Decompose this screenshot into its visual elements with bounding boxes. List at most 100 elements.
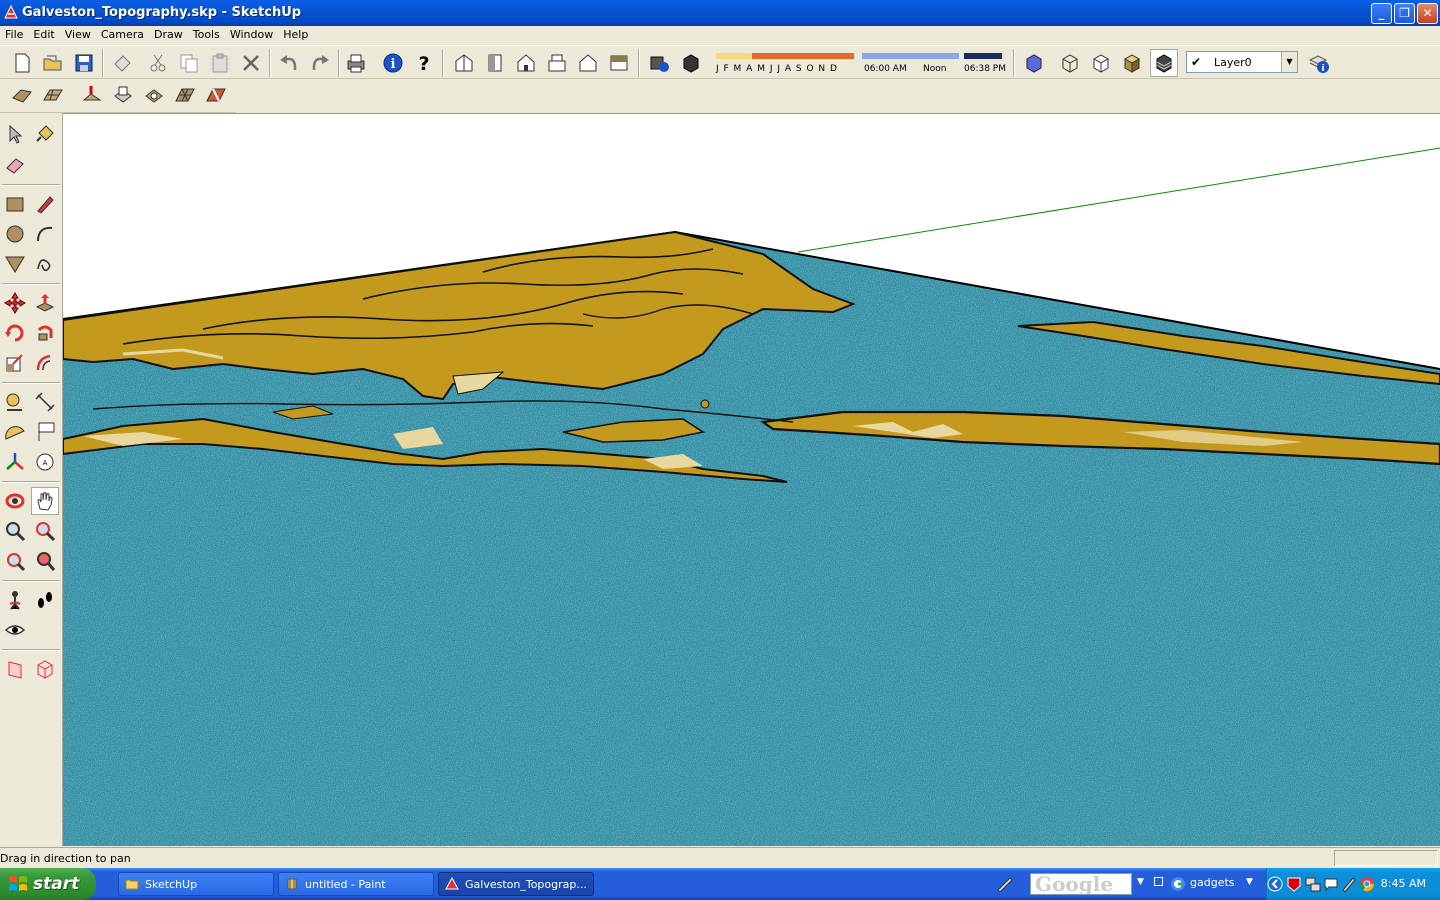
smoove-button[interactable]: [78, 81, 106, 109]
gadgets-chevron-down-icon[interactable]: ▼: [1246, 877, 1253, 887]
arc-tool[interactable]: [31, 220, 59, 248]
orbit-tool[interactable]: [1, 487, 29, 515]
google-gadget-icon[interactable]: [1170, 876, 1186, 892]
offset-tool[interactable]: [31, 349, 59, 377]
add-detail-button[interactable]: [171, 81, 199, 109]
menu-help[interactable]: Help: [278, 26, 313, 41]
move-tool[interactable]: [1, 289, 29, 317]
tape-measure-tool[interactable]: [1, 388, 29, 416]
circle-tool[interactable]: [1, 220, 29, 248]
messenger-icon[interactable]: [1323, 876, 1339, 892]
wireframe-button[interactable]: [1056, 49, 1084, 77]
paint-bucket-tool[interactable]: [31, 120, 59, 148]
freehand-tool[interactable]: [31, 250, 59, 278]
rectangle-tool[interactable]: [1, 190, 29, 218]
previous-view-tool[interactable]: [31, 547, 59, 575]
section-display-tool[interactable]: [31, 655, 59, 683]
look-around-tool[interactable]: [1, 616, 29, 644]
line-tool[interactable]: [31, 190, 59, 218]
shadow-settings-button[interactable]: [645, 49, 673, 77]
eraser-tool[interactable]: [1, 151, 29, 179]
erase-button[interactable]: [237, 49, 265, 77]
chevron-down-icon[interactable]: ▼: [1281, 52, 1297, 72]
left-view-button[interactable]: [605, 49, 633, 77]
back-view-button[interactable]: [574, 49, 602, 77]
network-icon[interactable]: [1305, 876, 1321, 892]
xray-button[interactable]: [1020, 49, 1048, 77]
menu-view[interactable]: View: [60, 26, 96, 41]
open-button[interactable]: [39, 49, 67, 77]
zoom-tool[interactable]: [1, 517, 29, 545]
menu-edit[interactable]: Edit: [28, 26, 59, 41]
layer-dropdown[interactable]: ✔ Layer0 ▼: [1186, 51, 1298, 73]
text-tool[interactable]: [31, 418, 59, 446]
iso-view-button[interactable]: [450, 49, 478, 77]
layer-manager-button[interactable]: i: [1305, 49, 1333, 77]
minimize-button[interactable]: _: [1371, 3, 1392, 24]
layer-visible-check[interactable]: ✔: [1191, 55, 1201, 69]
axes-tool[interactable]: [1, 448, 29, 476]
clock[interactable]: 8:45 AM: [1381, 877, 1426, 890]
model-info-button[interactable]: i: [379, 49, 407, 77]
polygon-tool[interactable]: [1, 250, 29, 278]
from-scratch-button[interactable]: [39, 81, 67, 109]
model-viewport[interactable]: [63, 113, 1440, 846]
help-button[interactable]: ?: [410, 49, 438, 77]
front-view-button[interactable]: [512, 49, 540, 77]
google-search-input[interactable]: Google: [1030, 873, 1132, 895]
search-box-toggle-icon[interactable]: [1154, 877, 1163, 886]
menu-camera[interactable]: Camera: [96, 26, 149, 41]
stamp-button[interactable]: [109, 81, 137, 109]
3d-text-tool[interactable]: A: [31, 448, 59, 476]
new-button[interactable]: [8, 49, 36, 77]
hidden-line-button[interactable]: [1087, 49, 1115, 77]
menu-file[interactable]: File: [0, 26, 28, 41]
redo-button[interactable]: [306, 49, 334, 77]
position-camera-tool[interactable]: [1, 586, 29, 614]
top-view-button[interactable]: [481, 49, 509, 77]
search-options-chevron-icon[interactable]: ▼: [1137, 877, 1144, 887]
chrome-icon[interactable]: [1359, 876, 1375, 892]
quick-launch-pen-icon[interactable]: [996, 876, 1014, 892]
menu-window[interactable]: Window: [225, 26, 278, 41]
menu-draw[interactable]: Draw: [149, 26, 188, 41]
shadow-time-slider[interactable]: J F M A M J J A S O N D 06:00 AM Noon 06…: [712, 49, 1010, 77]
task-sketchup-folder[interactable]: SketchUp: [118, 872, 274, 896]
paste-button[interactable]: [206, 49, 234, 77]
shaded-textures-button[interactable]: [1150, 49, 1178, 77]
undo-button[interactable]: [275, 49, 303, 77]
pen-tablet-icon[interactable]: [1341, 876, 1357, 892]
tray-expand-icon[interactable]: [1267, 876, 1283, 892]
scale-tool[interactable]: [1, 349, 29, 377]
section-plane-tool[interactable]: [1, 655, 29, 683]
menu-tools[interactable]: Tools: [188, 26, 225, 41]
print-button[interactable]: [342, 49, 370, 77]
cut-button[interactable]: [144, 49, 172, 77]
display-shadows-button[interactable]: [677, 49, 705, 77]
start-button[interactable]: start: [0, 868, 96, 900]
gadgets-label[interactable]: gadgets: [1190, 876, 1235, 889]
select-tool[interactable]: [1, 120, 29, 148]
close-button[interactable]: ✕: [1417, 3, 1438, 24]
shaded-button[interactable]: [1118, 49, 1146, 77]
right-view-button[interactable]: [543, 49, 571, 77]
drape-button[interactable]: [140, 81, 168, 109]
measurements-box[interactable]: [1334, 850, 1438, 866]
flip-edge-button[interactable]: [202, 81, 230, 109]
follow-me-tool[interactable]: [31, 319, 59, 347]
pan-tool[interactable]: [31, 487, 59, 515]
walk-tool[interactable]: [31, 586, 59, 614]
copy-button[interactable]: [175, 49, 203, 77]
make-component-button[interactable]: [108, 49, 136, 77]
mcafee-icon[interactable]: [1287, 876, 1301, 892]
task-paint[interactable]: untitled - Paint: [278, 872, 434, 896]
topography-model[interactable]: [63, 114, 1440, 846]
dimension-tool[interactable]: [31, 388, 59, 416]
protractor-tool[interactable]: [1, 418, 29, 446]
restore-button[interactable]: ❐: [1394, 3, 1415, 24]
push-pull-tool[interactable]: [31, 289, 59, 317]
zoom-extents-tool[interactable]: [1, 547, 29, 575]
zoom-window-tool[interactable]: [31, 517, 59, 545]
from-contours-button[interactable]: [8, 81, 36, 109]
task-sketchup-window[interactable]: Galveston_Topograp...: [438, 872, 594, 896]
